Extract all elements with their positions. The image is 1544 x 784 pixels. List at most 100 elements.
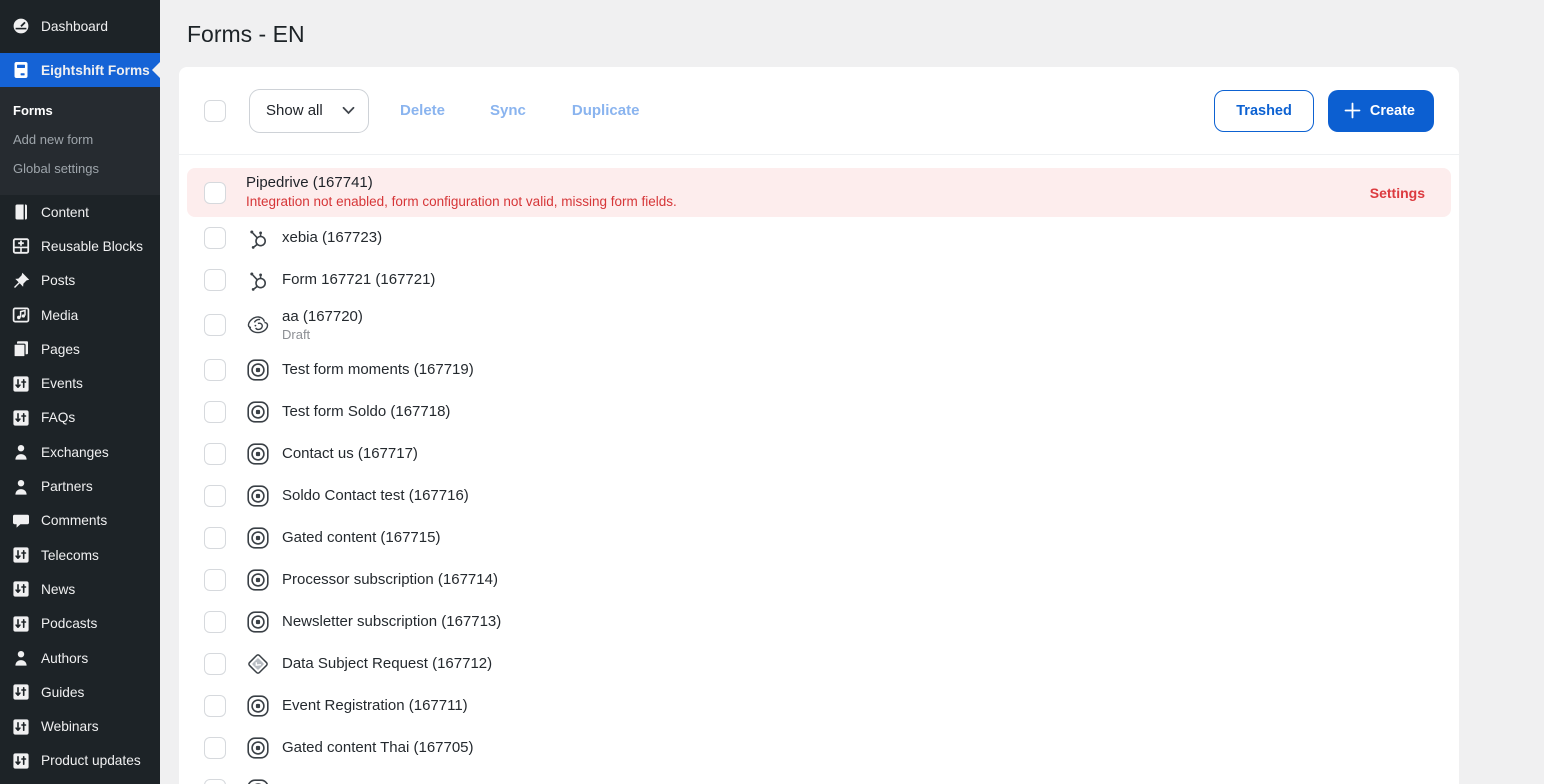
sidebar-item-label: Content <box>41 205 89 220</box>
sidebar-item-exchanges[interactable]: Exchanges <box>0 435 160 469</box>
row-checkbox[interactable] <box>204 611 226 633</box>
sidebar-item-news[interactable]: News <box>0 572 160 606</box>
form-title[interactable]: Event Registration (167711) <box>282 697 468 714</box>
submenu-item-global-settings[interactable]: Global settings <box>0 154 160 183</box>
form-title[interactable]: Gated content (167715) <box>282 529 440 546</box>
submenu-item-add-new-form[interactable]: Add new form <box>0 125 160 154</box>
form-row[interactable]: Newsletter subscription (167713) <box>187 601 1451 643</box>
sidebar-item-dashboard[interactable]: Dashboard <box>0 8 160 44</box>
sidebar-item-faqs[interactable]: FAQs <box>0 401 160 435</box>
row-checkbox[interactable] <box>204 779 226 784</box>
row-checkbox[interactable] <box>204 737 226 759</box>
form-row[interactable]: Gated content Thai (167705) <box>187 727 1451 769</box>
form-title[interactable]: Data Subject Request (167712) <box>282 655 492 672</box>
settings-link[interactable]: Settings <box>1370 185 1425 201</box>
form-title[interactable]: aa (167720) <box>282 308 363 325</box>
sidebar-item-posts[interactable]: Posts <box>0 264 160 298</box>
sidebar-item-authors[interactable]: Authors <box>0 641 160 675</box>
form-row[interactable]: Soldo Contact test (167716) <box>187 475 1451 517</box>
forms-toolbar: Show all Delete Sync Duplicate Trashed C… <box>179 67 1459 155</box>
chevron-down-icon <box>342 102 355 119</box>
sidebar-item-label: Partners <box>41 479 93 494</box>
filter-dropdown-value: Show all <box>266 102 323 119</box>
duplicate-button[interactable]: Duplicate <box>572 102 640 119</box>
form-title[interactable]: Form 167721 (167721) <box>282 271 435 288</box>
sidebar-item-content[interactable]: Content <box>0 195 160 229</box>
sidebar-item-eightshift-forms[interactable]: Eightshift Forms <box>0 53 160 87</box>
sidebar-item-analyst-reports[interactable]: Analyst reports <box>0 778 160 784</box>
sidebar-item-reusable-blocks[interactable]: Reusable Blocks <box>0 229 160 263</box>
form-row[interactable] <box>187 769 1451 784</box>
row-checkbox[interactable] <box>204 443 226 465</box>
form-row[interactable]: Test form Soldo (167718) <box>187 391 1451 433</box>
form-title[interactable]: Processor subscription (167714) <box>282 571 498 588</box>
row-checkbox[interactable] <box>204 401 226 423</box>
form-title[interactable]: xebia (167723) <box>282 229 382 246</box>
moments-icon <box>245 483 271 509</box>
sidebar-item-podcasts[interactable]: Podcasts <box>0 607 160 641</box>
form-title[interactable]: Test form moments (167719) <box>282 361 474 378</box>
row-checkbox[interactable] <box>204 182 226 204</box>
row-checkbox[interactable] <box>204 269 226 291</box>
row-checkbox[interactable] <box>204 227 226 249</box>
form-row-error[interactable]: Pipedrive (167741) Integration not enabl… <box>187 168 1451 217</box>
form-row[interactable]: aa (167720) Draft <box>187 301 1451 349</box>
form-row[interactable]: Form 167721 (167721) <box>187 259 1451 301</box>
sidebar-item-label: Telecoms <box>41 548 99 563</box>
sidebar-item-label: Comments <box>41 513 107 528</box>
sync-button[interactable]: Sync <box>490 102 526 119</box>
comment-icon <box>11 511 31 531</box>
form-status-draft: Draft <box>282 327 363 343</box>
post-type-icon <box>11 374 31 394</box>
form-row[interactable]: xebia (167723) <box>187 217 1451 259</box>
post-type-icon <box>11 717 31 737</box>
person-icon <box>11 442 31 462</box>
sidebar-item-events[interactable]: Events <box>0 366 160 400</box>
form-row[interactable]: Test form moments (167719) <box>187 349 1451 391</box>
delete-button[interactable]: Delete <box>400 102 445 119</box>
form-row[interactable]: Data Subject Request (167712) <box>187 643 1451 685</box>
form-title[interactable]: Pipedrive (167741) <box>246 174 677 193</box>
eightshift-forms-submenu: FormsAdd new formGlobal settings <box>0 87 160 195</box>
row-checkbox[interactable] <box>204 485 226 507</box>
moments-icon <box>245 693 271 719</box>
sidebar-item-comments[interactable]: Comments <box>0 504 160 538</box>
moments-icon <box>245 567 271 593</box>
hubspot-icon <box>245 225 271 251</box>
media-icon <box>11 305 31 325</box>
sidebar-item-product-updates[interactable]: Product updates <box>0 744 160 778</box>
sidebar-menu: Content Reusable Blocks Posts Media Page… <box>0 195 160 784</box>
sidebar-item-media[interactable]: Media <box>0 298 160 332</box>
forms-card: Show all Delete Sync Duplicate Trashed C… <box>179 67 1459 784</box>
form-title[interactable]: Soldo Contact test (167716) <box>282 487 469 504</box>
sidebar-item-label: Webinars <box>41 719 99 734</box>
form-title[interactable]: Gated content Thai (167705) <box>282 739 474 756</box>
trashed-button[interactable]: Trashed <box>1214 90 1314 132</box>
sidebar-item-partners[interactable]: Partners <box>0 469 160 503</box>
row-checkbox[interactable] <box>204 359 226 381</box>
form-row[interactable]: Gated content (167715) <box>187 517 1451 559</box>
sidebar-item-telecoms[interactable]: Telecoms <box>0 538 160 572</box>
filter-dropdown[interactable]: Show all <box>249 89 369 133</box>
sidebar-item-label: Guides <box>41 685 84 700</box>
select-all-checkbox[interactable] <box>204 100 226 122</box>
form-title[interactable]: Contact us (167717) <box>282 445 418 462</box>
sidebar-item-guides[interactable]: Guides <box>0 675 160 709</box>
form-row[interactable]: Processor subscription (167714) <box>187 559 1451 601</box>
sidebar-item-pages[interactable]: Pages <box>0 332 160 366</box>
create-button[interactable]: Create <box>1328 90 1434 132</box>
submenu-item-forms[interactable]: Forms <box>0 96 160 125</box>
pin-icon <box>11 271 31 291</box>
moments-icon <box>245 777 271 784</box>
row-checkbox[interactable] <box>204 314 226 336</box>
form-row[interactable]: Contact us (167717) <box>187 433 1451 475</box>
post-type-icon <box>11 751 31 771</box>
row-checkbox[interactable] <box>204 695 226 717</box>
row-checkbox[interactable] <box>204 653 226 675</box>
row-checkbox[interactable] <box>204 527 226 549</box>
row-checkbox[interactable] <box>204 569 226 591</box>
form-title[interactable]: Newsletter subscription (167713) <box>282 613 501 630</box>
sidebar-item-webinars[interactable]: Webinars <box>0 709 160 743</box>
form-title[interactable]: Test form Soldo (167718) <box>282 403 450 420</box>
form-row[interactable]: Event Registration (167711) <box>187 685 1451 727</box>
